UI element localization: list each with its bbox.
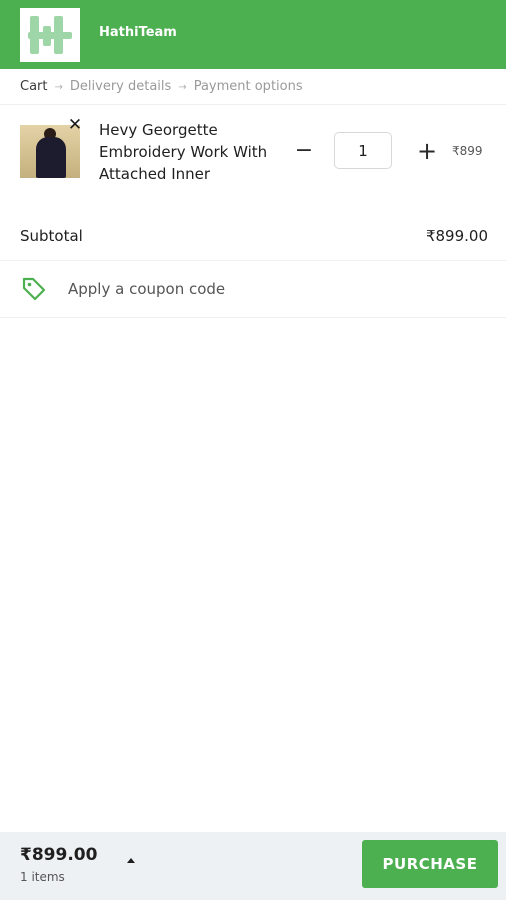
- apply-coupon-button[interactable]: Apply a coupon code: [0, 261, 506, 317]
- breadcrumb-arrow-icon: →: [54, 82, 63, 93]
- total-price: ₹899.00: [20, 845, 98, 865]
- quantity-input[interactable]: 1: [334, 132, 392, 169]
- subtotal-value: ₹899.00: [425, 227, 488, 245]
- tag-icon: [21, 276, 47, 306]
- caret-up-icon[interactable]: [127, 858, 135, 863]
- breadcrumb-step-payment[interactable]: Payment options: [194, 79, 303, 94]
- store-name: HathiTeam: [99, 25, 177, 40]
- breadcrumb: Cart → Delivery details → Payment options: [20, 79, 303, 94]
- breadcrumb-arrow-icon: →: [178, 82, 187, 93]
- divider: [0, 317, 506, 318]
- item-count: 1 items: [20, 870, 65, 884]
- breadcrumb-step-cart[interactable]: Cart: [20, 79, 48, 94]
- hathiteam-logo-icon[interactable]: [20, 8, 80, 62]
- coupon-label: Apply a coupon code: [68, 280, 226, 298]
- purchase-button[interactable]: PURCHASE: [362, 840, 498, 888]
- cart-item-price: ₹899: [452, 144, 483, 158]
- divider: [0, 104, 506, 105]
- plus-icon[interactable]: +: [414, 139, 440, 163]
- close-icon[interactable]: ✕: [66, 116, 84, 134]
- subtotal-label: Subtotal: [20, 227, 83, 245]
- breadcrumb-step-delivery[interactable]: Delivery details: [70, 79, 171, 94]
- checkout-bar: ₹899.00 1 items PURCHASE: [0, 832, 506, 900]
- minus-icon[interactable]: −: [291, 140, 317, 162]
- cart-item-name: Hevy Georgette Embroidery Work With Atta…: [99, 121, 268, 183]
- app-header: HathiTeam: [0, 0, 506, 69]
